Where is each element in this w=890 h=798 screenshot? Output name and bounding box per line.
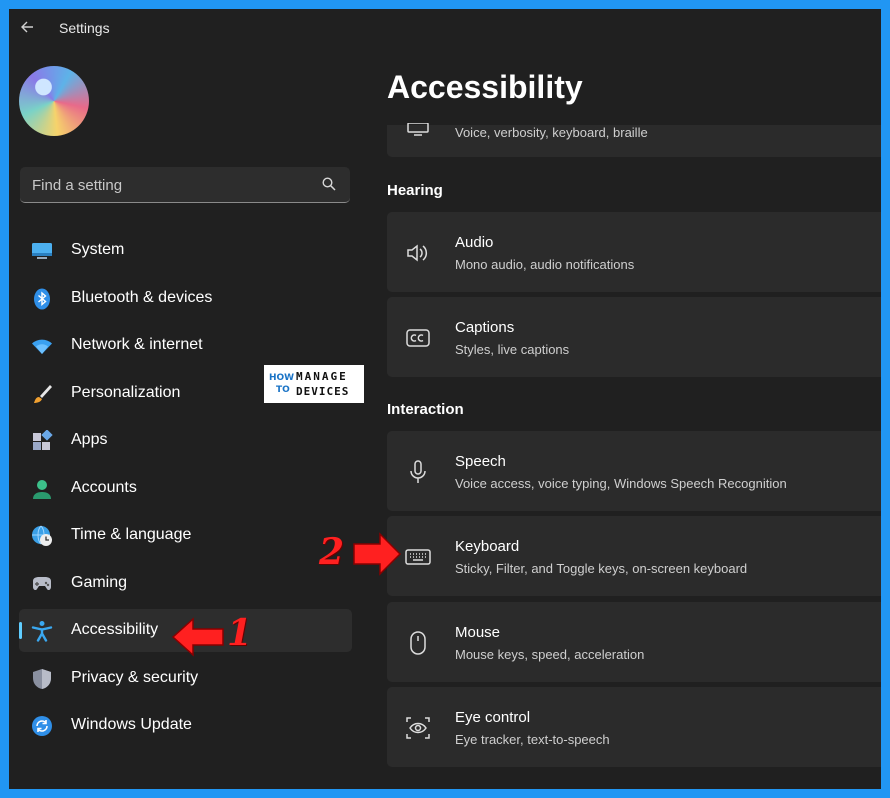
search-box[interactable] bbox=[20, 167, 350, 203]
sidebar-item-label: Apps bbox=[71, 431, 108, 448]
back-arrow-icon bbox=[21, 21, 33, 33]
clock-globe-icon bbox=[32, 525, 52, 546]
selection-indicator bbox=[19, 622, 22, 639]
avatar[interactable] bbox=[19, 66, 89, 136]
back-button[interactable] bbox=[19, 19, 37, 37]
sidebar-item-label: System bbox=[71, 241, 125, 258]
sidebar-item-privacy-security[interactable]: Privacy & security bbox=[19, 657, 352, 700]
section-heading-hearing: Hearing bbox=[387, 182, 443, 199]
wifi-icon bbox=[32, 339, 52, 354]
logo-to: TO bbox=[276, 385, 290, 395]
card-title: Captions bbox=[455, 319, 515, 336]
apps-icon bbox=[33, 430, 53, 450]
card-subtitle: Voice access, voice typing, Windows Spee… bbox=[455, 476, 787, 491]
speaker-icon bbox=[407, 244, 428, 262]
card-subtitle: Styles, live captions bbox=[455, 342, 570, 357]
logo-devices: DEVICES bbox=[296, 385, 350, 398]
settings-window: Settings System Bluetooth & devices Netw… bbox=[9, 9, 881, 789]
captions-icon bbox=[406, 329, 430, 347]
sidebar-item-label: Network & internet bbox=[71, 336, 203, 353]
title-bar: Settings bbox=[9, 9, 881, 47]
card-subtitle: Voice, verbosity, keyboard, braille bbox=[455, 125, 648, 140]
eye-control-icon bbox=[406, 717, 430, 739]
card-title: Keyboard bbox=[455, 538, 520, 555]
sidebar-item-label: Personalization bbox=[71, 383, 181, 401]
app-title: Settings bbox=[59, 20, 110, 36]
sidebar-item-windows-update[interactable]: Windows Update bbox=[19, 704, 352, 747]
sidebar-nav: System Bluetooth & devices Network & int… bbox=[19, 229, 352, 752]
sidebar-item-accounts[interactable]: Accounts bbox=[19, 467, 352, 510]
annotation-arrow-2 bbox=[353, 532, 402, 576]
mouse-icon bbox=[410, 631, 426, 655]
card-subtitle: Mouse keys, speed, acceleration bbox=[455, 647, 645, 662]
search-icon[interactable] bbox=[322, 177, 336, 191]
narrator-icon bbox=[407, 123, 429, 136]
captions-card[interactable]: Captions Styles, live captions bbox=[387, 297, 881, 377]
sidebar-item-network[interactable]: Network & internet bbox=[19, 324, 352, 367]
sidebar-item-bluetooth[interactable]: Bluetooth & devices bbox=[19, 277, 352, 320]
audio-card[interactable]: Audio Mono audio, audio notifications bbox=[387, 212, 881, 292]
sidebar-item-label: Windows Update bbox=[71, 716, 192, 733]
watermark-logo: HOW TO MANAGE DEVICES bbox=[264, 365, 364, 403]
speech-card[interactable]: Speech Voice access, voice typing, Windo… bbox=[387, 431, 881, 511]
page-title: Accessibility bbox=[387, 69, 583, 105]
brush-icon bbox=[34, 384, 52, 403]
microphone-icon bbox=[410, 460, 426, 483]
narrator-card[interactable]: Voice, verbosity, keyboard, braille bbox=[387, 123, 881, 157]
mouse-card[interactable]: Mouse Mouse keys, speed, acceleration bbox=[387, 602, 881, 682]
keyboard-icon bbox=[405, 549, 431, 565]
annotation-step-1: 1 bbox=[227, 612, 253, 654]
keyboard-card[interactable]: Keyboard Sticky, Filter, and Toggle keys… bbox=[387, 516, 881, 596]
shield-icon bbox=[33, 668, 51, 689]
sidebar-item-label: Accounts bbox=[71, 478, 137, 496]
search-input[interactable] bbox=[20, 167, 324, 203]
gamepad-icon bbox=[33, 576, 51, 590]
card-subtitle: Sticky, Filter, and Toggle keys, on-scre… bbox=[455, 561, 748, 576]
update-icon bbox=[32, 716, 52, 736]
card-title: Audio bbox=[455, 234, 494, 251]
sidebar-item-apps[interactable]: Apps bbox=[19, 419, 352, 462]
bluetooth-icon bbox=[34, 288, 50, 309]
logo-manage: MANAGE bbox=[296, 370, 348, 383]
sidebar-item-label: Time & language bbox=[71, 526, 192, 543]
section-heading-interaction: Interaction bbox=[387, 401, 464, 418]
card-subtitle: Eye tracker, text-to-speech bbox=[455, 732, 610, 747]
card-title: Mouse bbox=[455, 624, 501, 641]
annotation-arrow-1 bbox=[171, 617, 224, 657]
card-title: Eye control bbox=[455, 709, 531, 726]
sidebar-item-gaming[interactable]: Gaming bbox=[19, 562, 352, 605]
card-title: Speech bbox=[455, 453, 506, 470]
account-icon bbox=[33, 479, 51, 499]
sidebar-item-time-language[interactable]: Time & language bbox=[19, 514, 352, 557]
sidebar-item-system[interactable]: System bbox=[19, 229, 352, 272]
eye-control-card[interactable]: Eye control Eye tracker, text-to-speech bbox=[387, 687, 881, 767]
system-icon bbox=[32, 243, 52, 259]
annotation-step-2: 2 bbox=[319, 531, 345, 573]
card-subtitle: Mono audio, audio notifications bbox=[455, 257, 635, 272]
logo-how: HOW bbox=[269, 373, 295, 383]
sidebar-item-label: Bluetooth & devices bbox=[71, 288, 213, 306]
accessibility-icon bbox=[31, 621, 53, 642]
sidebar-item-label: Gaming bbox=[71, 573, 128, 591]
sidebar-item-label: Privacy & security bbox=[71, 668, 199, 686]
sidebar-item-label: Accessibility bbox=[71, 621, 159, 638]
